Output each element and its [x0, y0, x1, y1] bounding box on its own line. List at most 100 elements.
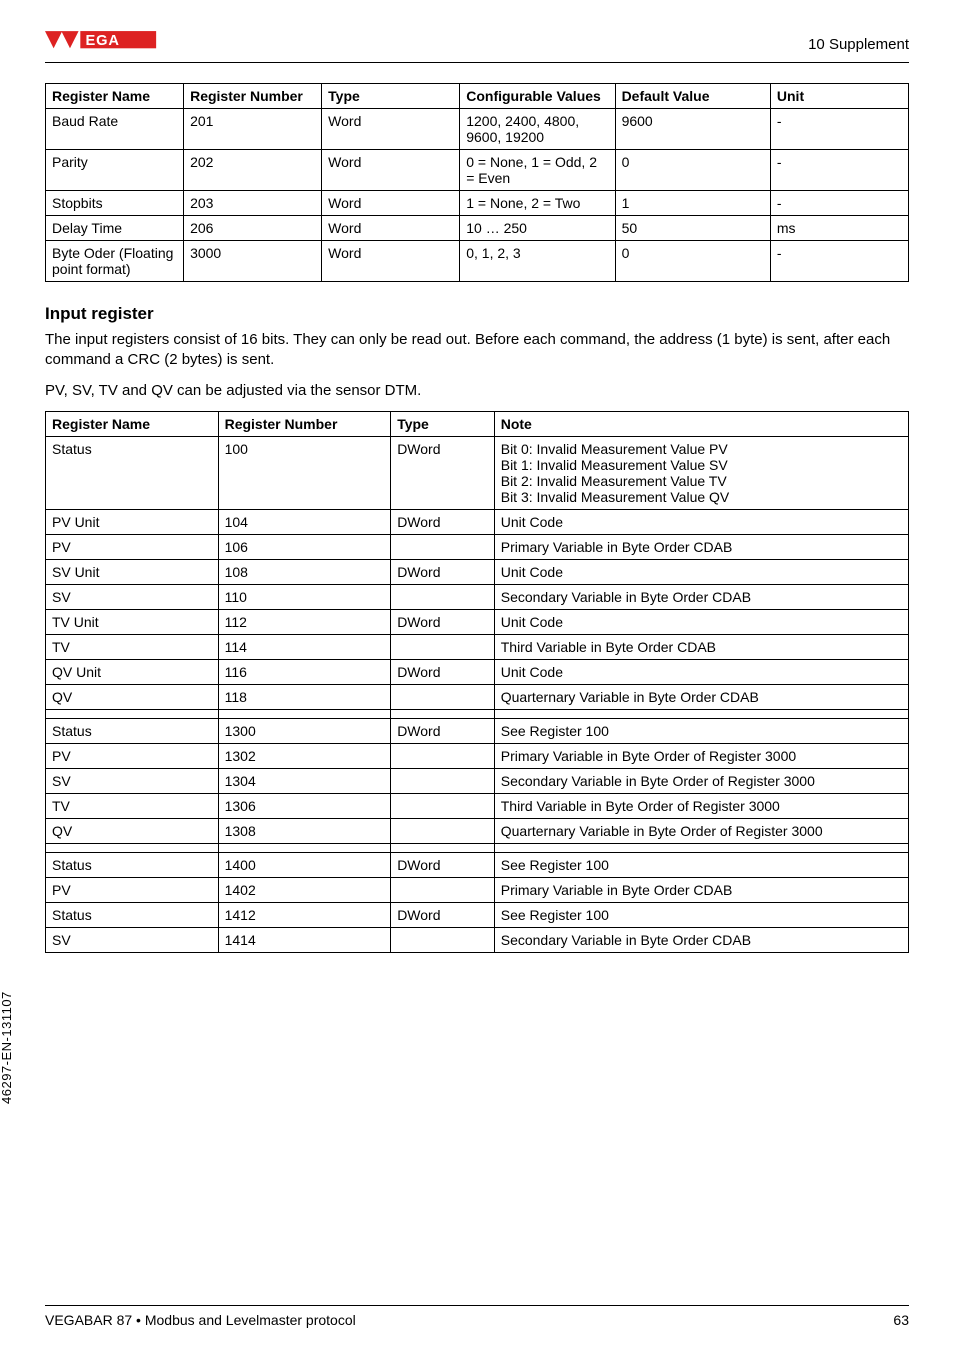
table-cell: DWord	[391, 509, 495, 534]
holding-registers-table: Register Name Register Number Type Confi…	[45, 83, 909, 282]
footer-title: VEGABAR 87 • Modbus and Levelmaster prot…	[45, 1312, 356, 1328]
table-cell: DWord	[391, 559, 495, 584]
table-cell: SV	[46, 927, 219, 952]
col-header: Default Value	[615, 84, 770, 109]
table-row: SV Unit108DWordUnit Code	[46, 559, 909, 584]
col-header: Configurable Values	[460, 84, 615, 109]
table-cell: See Register 100	[494, 902, 908, 927]
table-cell: SV	[46, 768, 219, 793]
table-row: Baud Rate201Word1200, 2400, 4800, 9600, …	[46, 109, 909, 150]
table-cell: Primary Variable in Byte Order of Regist…	[494, 743, 908, 768]
table-cell	[46, 843, 219, 852]
section-paragraph: The input registers consist of 16 bits. …	[45, 330, 909, 371]
table-cell: 114	[218, 634, 391, 659]
col-header: Register Name	[46, 84, 184, 109]
table-cell: See Register 100	[494, 852, 908, 877]
table-cell: 1308	[218, 818, 391, 843]
section-paragraph: PV, SV, TV and QV can be adjusted via th…	[45, 381, 909, 401]
table-cell: Status	[46, 436, 219, 509]
table-cell: PV	[46, 877, 219, 902]
table-cell	[391, 927, 495, 952]
table-cell: QV Unit	[46, 659, 219, 684]
table-cell: Status	[46, 718, 219, 743]
table-cell	[391, 818, 495, 843]
table-cell	[391, 768, 495, 793]
table-row: PV1402Primary Variable in Byte Order CDA…	[46, 877, 909, 902]
table-row: Parity202Word0 = None, 1 = Odd, 2 = Even…	[46, 150, 909, 191]
table-cell: SV	[46, 584, 219, 609]
vega-logo: EGA	[45, 30, 157, 58]
table-row	[46, 709, 909, 718]
table-cell: 206	[184, 216, 322, 241]
table-cell: PV	[46, 743, 219, 768]
table-cell: 1200, 2400, 4800, 9600, 19200	[460, 109, 615, 150]
table-cell: Quarternary Variable in Byte Order CDAB	[494, 684, 908, 709]
table-cell: -	[770, 109, 908, 150]
table-cell	[494, 843, 908, 852]
table-cell: 104	[218, 509, 391, 534]
table-cell: DWord	[391, 718, 495, 743]
table-row: QV Unit116DWordUnit Code	[46, 659, 909, 684]
table-cell: 202	[184, 150, 322, 191]
table-cell: 9600	[615, 109, 770, 150]
table-row: TV Unit112DWordUnit Code	[46, 609, 909, 634]
svg-text:EGA: EGA	[85, 33, 119, 49]
table-cell: Primary Variable in Byte Order CDAB	[494, 877, 908, 902]
col-header: Register Number	[218, 411, 391, 436]
table-row: TV1306Third Variable in Byte Order of Re…	[46, 793, 909, 818]
table-header-row: Register Name Register Number Type Note	[46, 411, 909, 436]
table-cell: Unit Code	[494, 509, 908, 534]
table-cell	[391, 584, 495, 609]
col-header: Register Name	[46, 411, 219, 436]
table-cell: Word	[322, 241, 460, 282]
table-cell: 106	[218, 534, 391, 559]
table-cell: 0, 1, 2, 3	[460, 241, 615, 282]
table-cell: Third Variable in Byte Order CDAB	[494, 634, 908, 659]
table-cell: DWord	[391, 609, 495, 634]
table-cell: Word	[322, 150, 460, 191]
table-cell: Primary Variable in Byte Order CDAB	[494, 534, 908, 559]
table-cell: 1304	[218, 768, 391, 793]
table-cell: Delay Time	[46, 216, 184, 241]
table-cell: 1412	[218, 902, 391, 927]
table-row: SV1304 Secondary Variable in Byte Order o…	[46, 768, 909, 793]
table-cell: ms	[770, 216, 908, 241]
table-row: Byte Oder (Floating point format)3000Wor…	[46, 241, 909, 282]
table-row: PV106Primary Variable in Byte Order CDAB	[46, 534, 909, 559]
table-cell: Secondary Variable in Byte Order CDAB	[494, 927, 908, 952]
table-cell: -	[770, 241, 908, 282]
table-row: Status100DWordBit 0: Invalid Measurement…	[46, 436, 909, 509]
table-cell: Unit Code	[494, 609, 908, 634]
footer-bar: VEGABAR 87 • Modbus and Levelmaster prot…	[45, 1305, 909, 1328]
table-cell: DWord	[391, 852, 495, 877]
page-number: 63	[893, 1312, 909, 1328]
table-cell: QV	[46, 684, 219, 709]
table-cell: 50	[615, 216, 770, 241]
table-cell	[391, 793, 495, 818]
input-registers-table: Register Name Register Number Type Note …	[45, 411, 909, 953]
table-row: QV118 Quarternary Variable in Byte Order …	[46, 684, 909, 709]
col-header: Type	[322, 84, 460, 109]
table-cell: -	[770, 191, 908, 216]
table-cell	[218, 843, 391, 852]
table-cell	[218, 709, 391, 718]
table-cell: Third Variable in Byte Order of Register…	[494, 793, 908, 818]
table-cell: TV	[46, 634, 219, 659]
table-row: SV1414Secondary Variable in Byte Order C…	[46, 927, 909, 952]
table-cell	[391, 634, 495, 659]
table-cell	[391, 534, 495, 559]
table-cell: Status	[46, 902, 219, 927]
table-cell: 118	[218, 684, 391, 709]
header-bar: EGA 10 Supplement	[45, 30, 909, 63]
table-cell: Baud Rate	[46, 109, 184, 150]
header-supplement: 10 Supplement	[808, 36, 909, 53]
table-cell: QV	[46, 818, 219, 843]
table-cell: Secondary Variable in Byte Order of Regi…	[494, 768, 908, 793]
table-cell: Word	[322, 109, 460, 150]
table-row	[46, 843, 909, 852]
table-cell	[391, 877, 495, 902]
table-row: QV1308Quarternary Variable in Byte Order…	[46, 818, 909, 843]
table-cell: 203	[184, 191, 322, 216]
table-cell: 1306	[218, 793, 391, 818]
table-cell: DWord	[391, 902, 495, 927]
